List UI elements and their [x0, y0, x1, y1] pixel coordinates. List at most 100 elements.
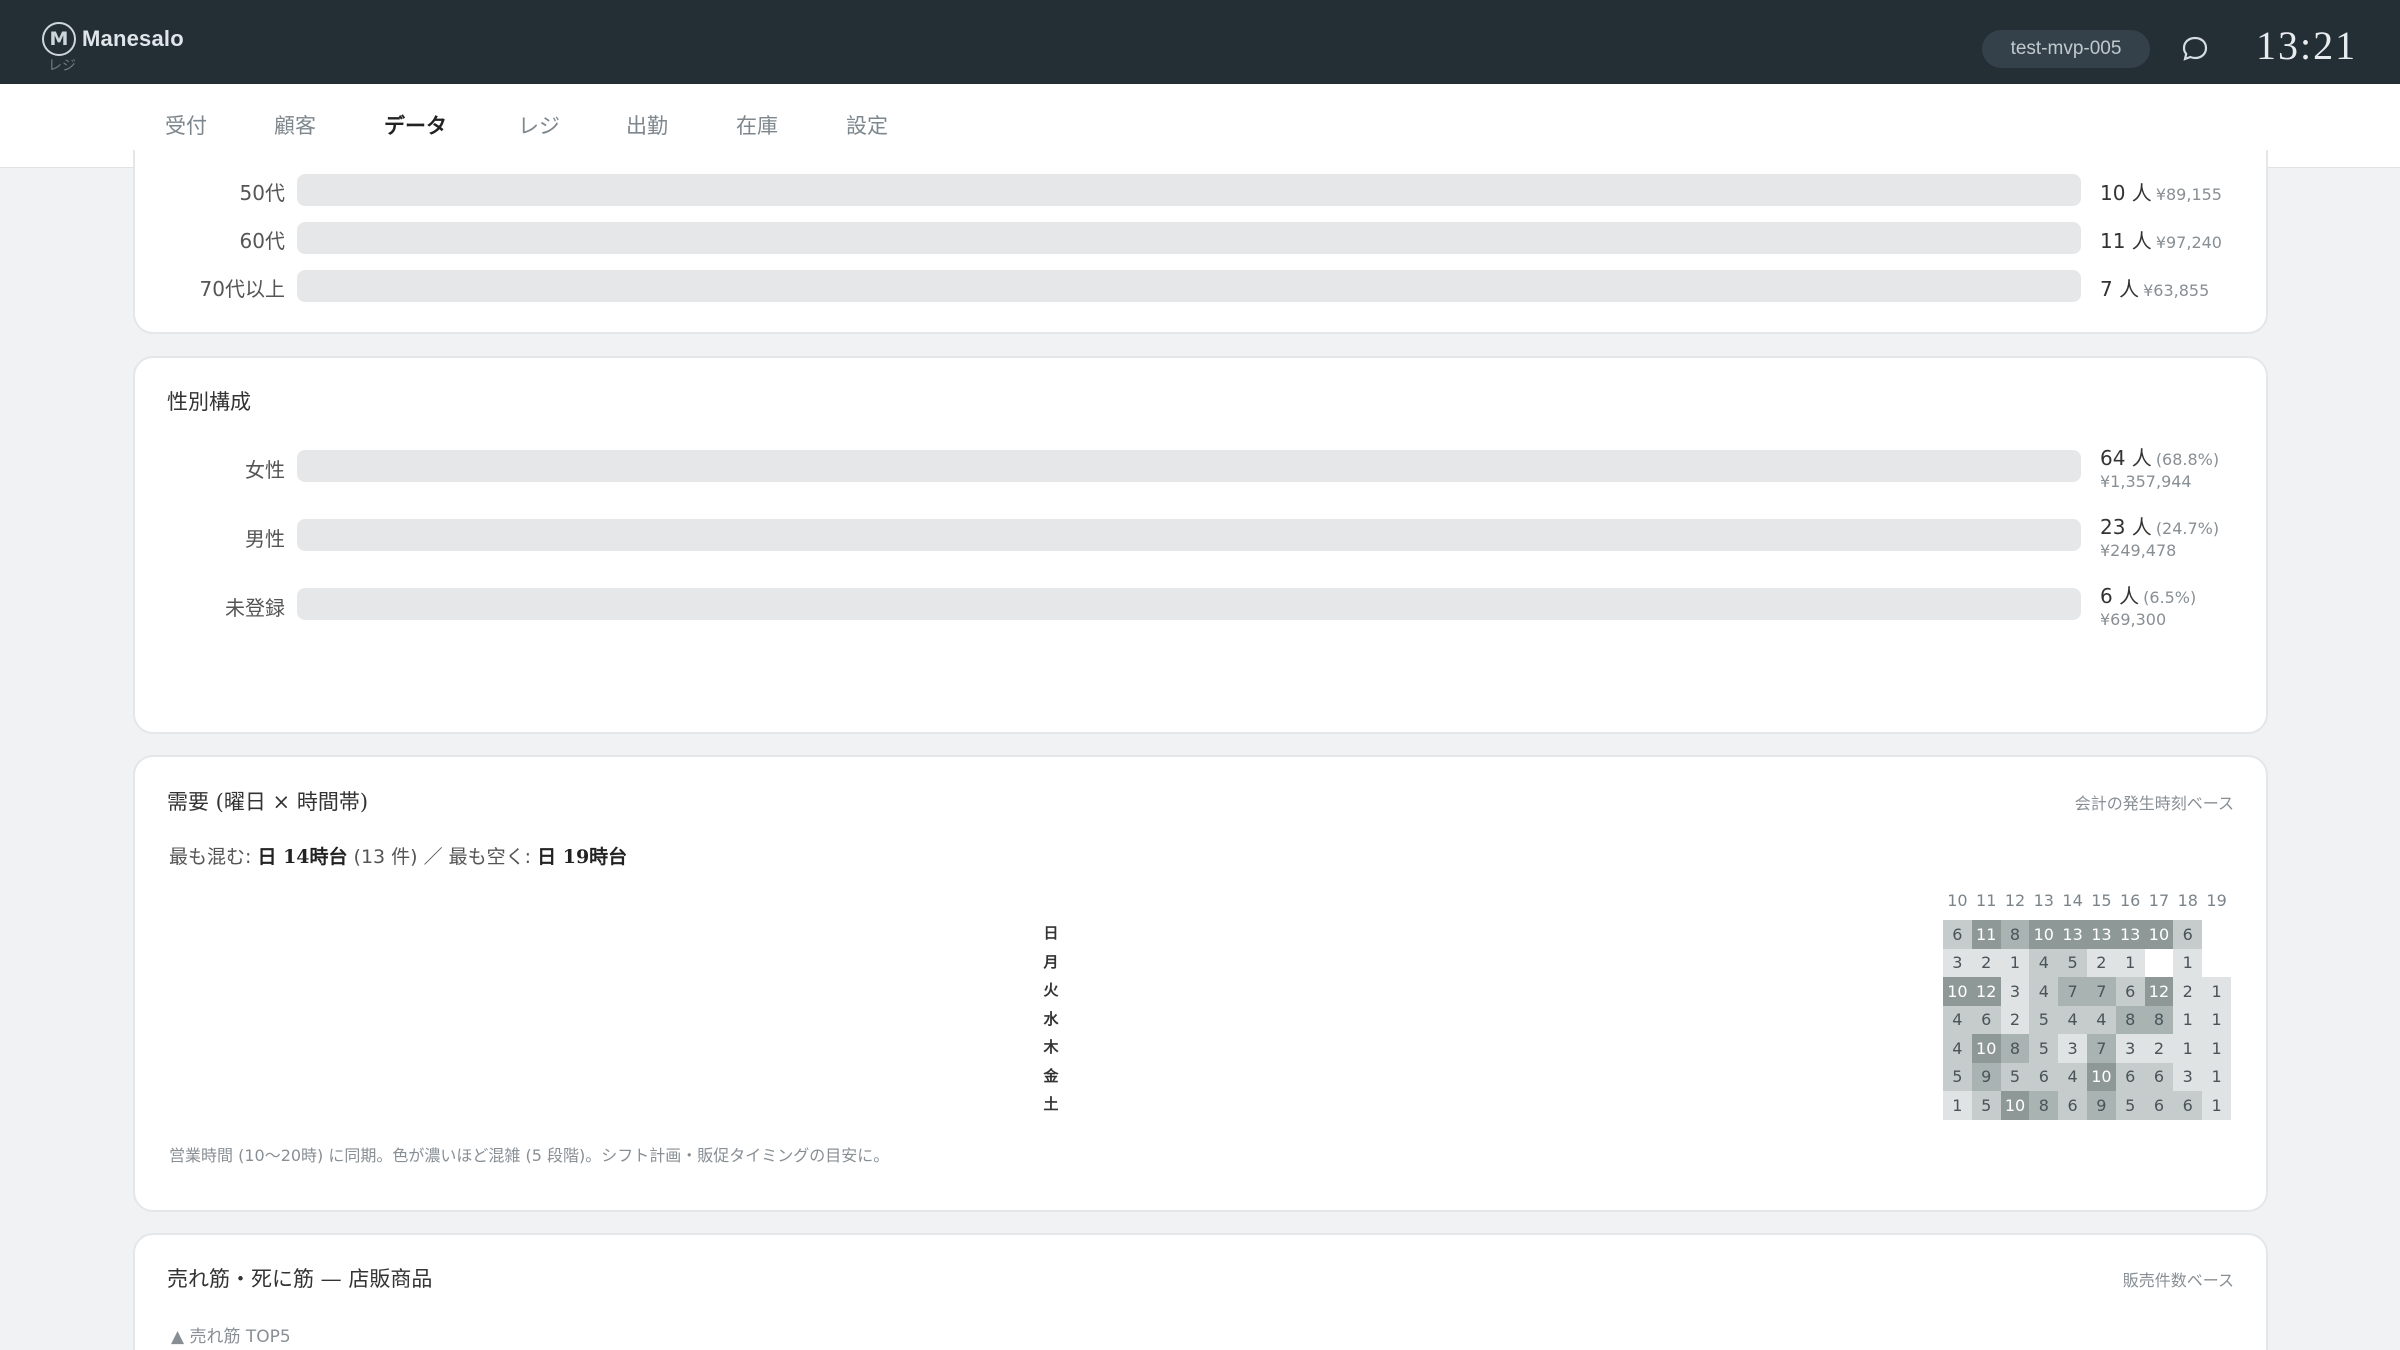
heatmap-cell: 8 — [2000, 920, 2030, 949]
heatmap-cell: 6 — [2058, 1091, 2087, 1120]
heatmap-cell: 6 — [2115, 1062, 2145, 1091]
card-title: 需要 (曜日 × 時間帯) — [167, 790, 369, 814]
day-label: 火 — [1043, 981, 1059, 999]
heatmap-cell: 6 — [2029, 1062, 2059, 1091]
gender-row-count: 23 人 — [2100, 515, 2152, 539]
demand-summary: 最も混む: 日 14時台 (13 件) ／ 最も空く: 日 19時台 — [169, 842, 627, 869]
tab-inventory[interactable]: 在庫 — [736, 110, 778, 140]
card-note: 会計の発生時刻ベース — [2074, 794, 2234, 813]
heatmap-cell: 6 — [2173, 1091, 2203, 1120]
tab-customers[interactable]: 顧客 — [274, 110, 316, 140]
age-row-count: 10 人 — [2100, 181, 2152, 205]
age-row-amount: ¥97,240 — [2155, 233, 2222, 252]
busy-value: 日 14時台 — [257, 846, 348, 868]
logo-mark-icon: M — [42, 22, 76, 56]
products-card: 売れ筋・死に筋 — 店販商品 販売件数ベース ▲ 売れ筋 TOP5 — [133, 1233, 2268, 1350]
card-title: 売れ筋・死に筋 — 店販商品 — [167, 1267, 433, 1291]
quiet-value: 日 19時台 — [537, 846, 628, 868]
heatmap-cell: 3 — [2058, 1034, 2087, 1063]
gender-row-value: 23 人 (24.7%) — [2100, 511, 2219, 540]
heatmap-cell: 10 — [1943, 977, 1972, 1006]
day-label: 金 — [1043, 1066, 1059, 1085]
age-row-value: 10 人 ¥89,155 — [2100, 177, 2222, 206]
heatmap-cell: 1 — [2115, 948, 2145, 977]
heatmap-cell: 1 — [2202, 1005, 2231, 1034]
age-breakdown-card: 50代 10 人 ¥89,155 60代 11 人 ¥97,240 70代以上 7 … — [133, 150, 2268, 334]
gender-row-bar — [297, 450, 2081, 482]
app-name: Manesalo — [82, 26, 184, 51]
demand-heatmap-card: 需要 (曜日 × 時間帯) 会計の発生時刻ベース 最も混む: 日 14時台 (1… — [133, 755, 2268, 1212]
tab-settings[interactable]: 設定 — [846, 110, 888, 140]
heatmap-cell: 6 — [2173, 920, 2203, 949]
tab-reception[interactable]: 受付 — [165, 110, 207, 140]
hour-label: 19 — [2206, 891, 2227, 910]
heatmap-cell: 6 — [1971, 1005, 2001, 1034]
app-logo[interactable]: M Manesalo — [42, 22, 184, 56]
gender-row-pct: (24.7%) — [2155, 519, 2220, 538]
heatmap-cell: 4 — [1943, 1034, 1972, 1063]
heatmap-cell: 6 — [1943, 920, 1972, 949]
chat-icon[interactable] — [2180, 34, 2210, 64]
age-row-count: 11 人 — [2100, 229, 2152, 253]
heatmap-cell: 7 — [2058, 977, 2087, 1006]
heatmap-footnote: 営業時間 (10〜20時) に同期。色が濃いほど混雑 (5 段階)。シフト計画・… — [169, 1146, 890, 1165]
heatmap-cell: 10 — [2029, 920, 2059, 949]
heatmap-cell: 9 — [1971, 1062, 2001, 1091]
heatmap-cell: 4 — [2029, 948, 2059, 977]
gender-row-amount: ¥1,357,944 — [2100, 472, 2192, 491]
heatmap-cell: 8 — [2000, 1034, 2030, 1063]
heatmap-cell: 11 — [1971, 920, 2001, 949]
tab-data[interactable]: データ — [384, 110, 447, 140]
gender-breakdown-card: 性別構成 女性 64 人 (68.8%) ¥1,357,944 男性 23 人 (2… — [133, 356, 2268, 734]
heatmap-cell: 7 — [2086, 977, 2116, 1006]
day-label: 土 — [1043, 1095, 1059, 1113]
heatmap-cell: 3 — [2000, 977, 2030, 1006]
account-badge[interactable]: test-mvp-005 — [1982, 30, 2150, 68]
heatmap-cell: 10 — [2000, 1091, 2030, 1120]
heatmap-cell: 7 — [2086, 1034, 2116, 1063]
age-row-label: 70代以上 — [199, 277, 285, 301]
age-row-label: 50代 — [239, 181, 285, 205]
heatmap-cell: 1 — [2000, 948, 2030, 977]
heatmap-cell: 1 — [2202, 1062, 2231, 1091]
gender-row-amount: ¥69,300 — [2100, 610, 2167, 629]
heatmap-cell: 13 — [2115, 920, 2145, 949]
heatmap-cell: 1 — [2202, 1034, 2231, 1063]
day-label: 木 — [1043, 1038, 1059, 1056]
hour-label: 18 — [2177, 891, 2198, 910]
age-row-bar — [297, 222, 2081, 254]
gender-row-value: 6 人 (6.5%) — [2100, 580, 2196, 609]
heatmap-cell: 13 — [2058, 920, 2087, 949]
hour-label: 17 — [2148, 891, 2170, 910]
heatmap-cell — [2202, 948, 2231, 977]
top-sellers-heading: ▲ 売れ筋 TOP5 — [171, 1327, 291, 1347]
gender-row-pct: (6.5%) — [2143, 588, 2197, 607]
card-title: 性別構成 — [167, 390, 251, 414]
heatmap-cell: 2 — [2173, 977, 2203, 1006]
heatmap-cell: 5 — [1971, 1091, 2001, 1120]
heatmap-cell: 1 — [2173, 1005, 2203, 1034]
busy-count: (13 件) ／ 最も空く: — [347, 846, 538, 868]
age-row-count: 7 人 — [2100, 277, 2140, 301]
heatmap-cell: 8 — [2144, 1005, 2174, 1034]
demand-heatmap: 6 11 8 10 13 13 13 10 6 3 2 1 4 5 2 1 1 10 12 3 4 7 7 6 12 2 1 4 6 2 5… — [1943, 920, 2231, 1120]
busy-label: 最も混む: — [169, 846, 258, 868]
tab-register[interactable]: レジ — [518, 110, 560, 140]
age-row-amount: ¥89,155 — [2155, 185, 2222, 204]
gender-row-label: 女性 — [245, 458, 285, 482]
heatmap-cell: 5 — [2058, 948, 2087, 977]
tab-attendance[interactable]: 出勤 — [626, 110, 668, 140]
card-note: 販売件数ベース — [2122, 1271, 2234, 1290]
hour-label: 12 — [2004, 891, 2026, 910]
heatmap-cell: 13 — [2086, 920, 2116, 949]
age-row-amount: ¥63,855 — [2143, 281, 2210, 300]
age-row-label: 60代 — [239, 229, 285, 253]
day-label: 月 — [1043, 952, 1059, 971]
heatmap-cell: 2 — [2086, 948, 2116, 977]
gender-row-bar — [297, 588, 2081, 620]
heatmap-cell: 1 — [1943, 1091, 1972, 1120]
heatmap-cell: 1 — [2173, 948, 2203, 977]
heatmap-cell: 4 — [2086, 1005, 2116, 1034]
heatmap-cell: 10 — [2144, 920, 2174, 949]
app-header: M Manesalo レジ test-mvp-005 13:21 — [0, 0, 2400, 84]
